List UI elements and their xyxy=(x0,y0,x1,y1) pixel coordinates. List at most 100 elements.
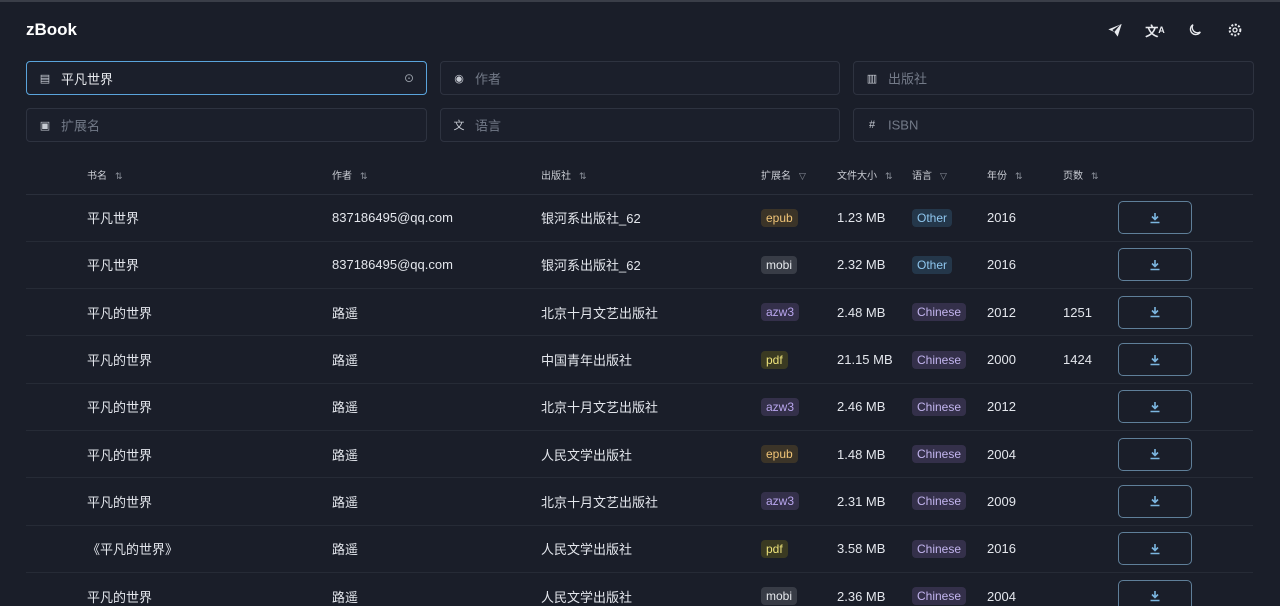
column-header[interactable]: 文件大小 ⇅ xyxy=(837,156,912,195)
download-button[interactable] xyxy=(1118,343,1192,377)
size-cell: 21.15 MB xyxy=(837,335,912,384)
download-icon xyxy=(1150,449,1160,460)
sort-icon[interactable]: ⇅ xyxy=(579,171,587,181)
year-cell: 2000 xyxy=(987,335,1063,384)
isbn-input[interactable] xyxy=(888,117,1241,133)
table-row: 《平凡的世界》 路遥 人民文学出版社 pdf 3.58 MB Chinese 2… xyxy=(26,525,1253,573)
table-row: 平凡的世界 路遥 北京十月文艺出版社 azw3 2.46 MB Chinese … xyxy=(26,383,1253,431)
publisher-cell: 银河系出版社_62 xyxy=(541,194,761,242)
column-header[interactable]: 页数 ⇅ xyxy=(1063,156,1118,195)
title-cell: 平凡的世界 xyxy=(26,335,332,384)
author-cell: 路遥 xyxy=(332,430,541,479)
publisher-cell: 北京十月文艺出版社 xyxy=(541,383,761,431)
author-cell: 837186495@qq.com xyxy=(332,241,541,290)
author-input[interactable] xyxy=(475,70,827,86)
title-cell: 平凡世界 xyxy=(26,194,332,242)
filter-icon[interactable]: ▽ xyxy=(799,171,806,181)
column-label: 书名 xyxy=(87,171,107,183)
column-header[interactable]: 年份 ⇅ xyxy=(987,156,1063,195)
sort-icon[interactable]: ⇅ xyxy=(885,171,893,181)
download-icon xyxy=(1150,307,1160,318)
column-label: 年份 xyxy=(987,171,1007,183)
column-label: 作者 xyxy=(332,171,352,183)
user-circle-icon: ◉ xyxy=(454,72,464,85)
sort-icon[interactable]: ⇅ xyxy=(115,171,123,181)
column-header[interactable]: 出版社 ⇅ xyxy=(541,156,761,195)
hash-icon: # xyxy=(868,119,876,131)
filter-icon[interactable]: ▽ xyxy=(940,171,947,181)
extension-badge: azw3 xyxy=(761,397,800,416)
download-icon xyxy=(1150,259,1160,271)
sort-icon[interactable]: ⇅ xyxy=(360,171,368,181)
filter-extension[interactable]: ▣ 扩展名 xyxy=(26,108,427,142)
publisher-cell: 银河系出版社_62 xyxy=(541,241,761,290)
size-cell: 1.23 MB xyxy=(837,194,912,242)
clear-icon[interactable]: ⊙ xyxy=(404,71,414,85)
size-cell: 2.32 MB xyxy=(837,241,912,290)
download-button[interactable] xyxy=(1118,390,1192,424)
publisher-cell: 人民文学出版社 xyxy=(541,430,761,479)
publisher-cell: 北京十月文艺出版社 xyxy=(541,288,761,337)
sort-icon[interactable]: ⇅ xyxy=(1015,171,1023,181)
size-cell: 2.31 MB xyxy=(837,477,912,526)
size-cell: 2.48 MB xyxy=(837,288,912,337)
extension-input[interactable] xyxy=(61,117,414,133)
language-badge: Other xyxy=(912,255,953,274)
title-input[interactable] xyxy=(61,70,394,86)
pages-cell xyxy=(1063,194,1118,242)
filter-language[interactable]: 文 语言 xyxy=(440,108,840,142)
title-cell: 平凡的世界 xyxy=(26,477,332,526)
download-button[interactable] xyxy=(1118,484,1192,518)
pages-cell: 1251 xyxy=(1063,288,1118,337)
author-cell: 路遥 xyxy=(332,525,541,573)
extension-badge: epub xyxy=(761,445,798,464)
app-title: zBook xyxy=(26,20,77,39)
language-input[interactable] xyxy=(475,117,827,133)
extension-input-wrap: 扩展名 xyxy=(61,109,414,141)
extension-badge: mobi xyxy=(761,255,798,274)
column-header[interactable]: 扩展名 ▽ xyxy=(761,156,837,195)
table-row: 平凡世界 837186495@qq.com 银河系出版社_62 epub 1.2… xyxy=(26,194,1253,242)
isbn-input-wrap: ISBN xyxy=(888,109,1241,141)
file-icon: ▣ xyxy=(39,119,51,132)
building-icon: ▥ xyxy=(866,72,878,85)
column-label: 出版社 xyxy=(541,171,571,183)
translate-icon[interactable]: 文A xyxy=(1145,21,1165,39)
year-cell: 2012 xyxy=(987,288,1063,337)
publisher-input[interactable] xyxy=(888,70,1241,86)
gear-icon[interactable] xyxy=(1226,21,1244,39)
filter-title[interactable]: ▤ ⊙ xyxy=(26,61,427,95)
column-header[interactable]: 作者 ⇅ xyxy=(332,156,541,195)
download-icon xyxy=(1150,591,1160,602)
sort-icon[interactable]: ⇅ xyxy=(1091,171,1099,181)
download-button[interactable] xyxy=(1118,532,1192,566)
telegram-icon[interactable] xyxy=(1106,21,1124,39)
column-header[interactable]: 语言 ▽ xyxy=(912,156,987,195)
author-cell: 路遥 xyxy=(332,477,541,526)
language-badge: Chinese xyxy=(912,492,967,511)
language-badge: Chinese xyxy=(912,587,967,606)
table-row: 平凡的世界 路遥 北京十月文艺出版社 azw3 2.48 MB Chinese … xyxy=(26,288,1253,337)
extension-badge: epub xyxy=(761,208,798,227)
year-cell: 2016 xyxy=(987,525,1063,573)
moon-icon[interactable] xyxy=(1186,21,1204,39)
extension-badge: mobi xyxy=(761,587,798,606)
download-button[interactable] xyxy=(1118,579,1192,606)
filter-author[interactable]: ◉ 作者 xyxy=(440,61,840,95)
books-table: 书名 ⇅ 作者 ⇅ 出版社 ⇅ 扩展名 ▽ 文件大小 ⇅ 语言 ▽ 年份 ⇅ 页数 ⇅ 平凡世界 837186… xyxy=(26,156,1253,606)
filter-publisher[interactable]: ▥ 出版社 xyxy=(853,61,1254,95)
pages-cell xyxy=(1063,477,1118,526)
download-button[interactable] xyxy=(1118,437,1192,471)
filter-isbn[interactable]: # ISBN xyxy=(853,108,1254,142)
extension-badge: pdf xyxy=(761,350,788,369)
download-icon xyxy=(1150,401,1160,413)
download-button[interactable] xyxy=(1118,201,1192,235)
download-icon xyxy=(1150,354,1160,365)
table-row: 平凡的世界 路遥 北京十月文艺出版社 azw3 2.31 MB Chinese … xyxy=(26,477,1253,526)
download-button[interactable] xyxy=(1118,295,1192,329)
author-input-wrap: 作者 xyxy=(475,62,827,94)
year-cell: 2009 xyxy=(987,477,1063,526)
author-cell: 837186495@qq.com xyxy=(332,194,541,242)
column-header[interactable]: 书名 ⇅ xyxy=(26,156,332,195)
download-button[interactable] xyxy=(1118,248,1192,282)
